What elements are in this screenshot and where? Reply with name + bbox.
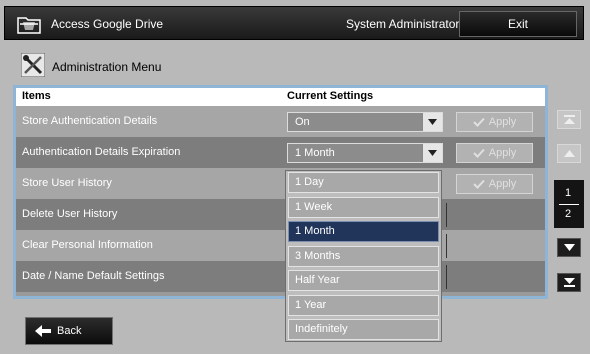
dropdown-option[interactable]: Half Year (288, 270, 439, 291)
table-row[interactable]: Clear Personal Information (16, 230, 545, 261)
expiration-select[interactable]: 1 Month (287, 143, 443, 163)
back-label: Back (57, 325, 82, 337)
tools-icon (21, 53, 45, 77)
checkmark-icon (473, 179, 485, 189)
dropdown-option[interactable]: 3 Months (288, 245, 439, 267)
settings-table: Items Current Settings Store Authenticat… (13, 85, 548, 299)
app-title: Access Google Drive (51, 17, 164, 31)
table-row[interactable]: Store Authentication Details On Apply (16, 106, 545, 137)
dropdown-option[interactable]: 1 Day (288, 172, 439, 193)
scroll-to-bottom-icon (563, 278, 575, 287)
total-pages: 2 (565, 208, 572, 220)
apply-label: Apply (488, 178, 517, 190)
select-value: On (295, 116, 310, 128)
dropdown-option[interactable]: 1 Week (288, 196, 439, 218)
drive-folder-icon (17, 17, 41, 34)
chevron-down-icon[interactable] (422, 113, 442, 131)
column-header-current-settings: Current Settings (287, 90, 374, 102)
table-header: Items Current Settings (16, 88, 545, 106)
chevron-down-icon (563, 244, 575, 251)
scroll-to-top-icon (563, 115, 575, 124)
column-header-items: Items (22, 90, 51, 102)
checkmark-icon (473, 117, 485, 127)
hidden-control-edge (443, 265, 447, 289)
table-row[interactable]: Store User History Apply (16, 168, 545, 199)
current-user: System Administrator (346, 17, 460, 31)
scroll-top-button[interactable] (557, 110, 581, 129)
exit-button[interactable]: Exit (459, 11, 577, 37)
scroll-down-button[interactable] (557, 238, 581, 257)
table-row[interactable]: Authentication Details Expiration 1 Mont… (16, 137, 545, 168)
table-row[interactable]: Delete User History (16, 199, 545, 230)
dropdown-option[interactable]: Indefinitely (288, 319, 439, 340)
apply-button[interactable]: Apply (456, 112, 533, 132)
current-page: 1 (565, 187, 572, 199)
apply-button[interactable]: Apply (456, 174, 533, 194)
dropdown-option[interactable]: 1 Year (288, 294, 439, 316)
row-label: Clear Personal Information (22, 239, 153, 251)
row-label: Authentication Details Expiration (22, 146, 181, 158)
hidden-control-edge (443, 234, 447, 258)
select-value: 1 Month (295, 147, 335, 159)
scroll-up-button[interactable] (557, 144, 581, 163)
chevron-down-icon[interactable] (422, 144, 442, 162)
scroll-bottom-button[interactable] (557, 273, 581, 292)
apply-label: Apply (488, 116, 517, 128)
back-button[interactable]: Back (25, 317, 113, 345)
dropdown-option-selected[interactable]: 1 Month (288, 221, 439, 242)
checkmark-icon (473, 148, 485, 158)
apply-button[interactable]: Apply (456, 143, 533, 163)
arrow-left-icon (35, 325, 51, 337)
row-label: Delete User History (22, 208, 118, 220)
row-label: Store User History (22, 177, 112, 189)
top-bar: Access Google Drive System Administrator… (4, 6, 584, 40)
hidden-control-edge (443, 203, 447, 227)
apply-label: Apply (488, 147, 517, 159)
expiration-dropdown-list[interactable]: 1 Day 1 Week 1 Month 3 Months Half Year … (285, 170, 442, 342)
chevron-up-icon (563, 150, 575, 157)
row-label: Store Authentication Details (22, 115, 158, 127)
row-label: Date / Name Default Settings (22, 270, 165, 282)
page-separator (559, 204, 579, 205)
table-row[interactable]: Date / Name Default Settings (16, 261, 545, 292)
page-indicator: 1 2 (554, 180, 584, 228)
page-title: Administration Menu (52, 60, 162, 74)
store-auth-select[interactable]: On (287, 112, 443, 132)
